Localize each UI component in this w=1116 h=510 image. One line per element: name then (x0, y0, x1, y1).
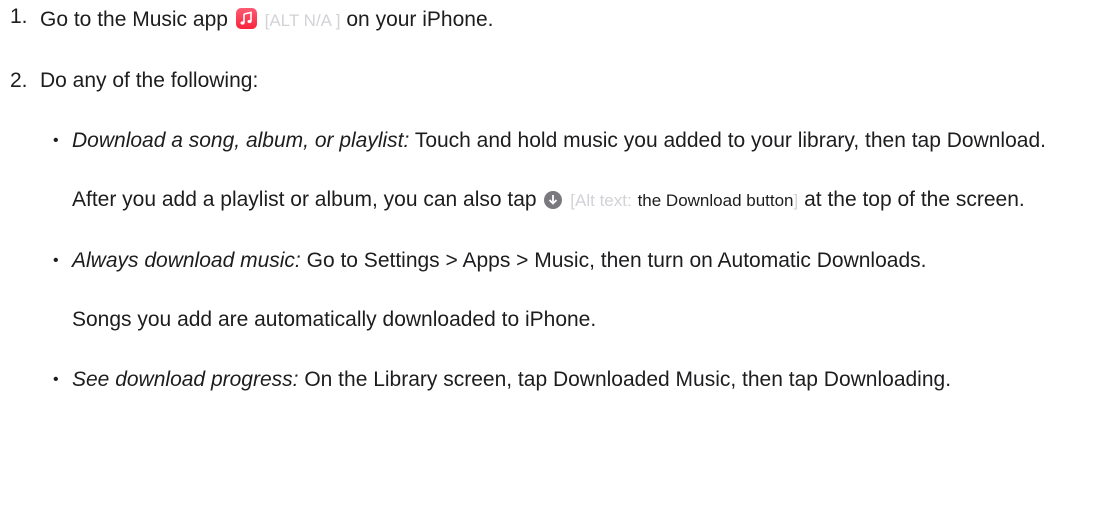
step-2: 2. Do any of the following: • Download a… (0, 64, 1116, 397)
note-text: After you add a playlist or album, you c… (72, 188, 537, 211)
step-number: 1. (10, 5, 28, 28)
instruction-steps: 1. Go to the Music app [ALT N/A ] on you… (0, 0, 1116, 397)
bullet-glyph: • (53, 132, 59, 149)
list-item: • Download a song, album, or playlist: T… (40, 124, 1116, 158)
list-item: • See download progress: On the Library … (40, 363, 1116, 397)
item-lead: Always download music: (72, 249, 301, 272)
note-text: Songs you add are automatically download… (72, 308, 597, 331)
step-number: 2. (10, 69, 28, 92)
option-list: • Download a song, album, or playlist: T… (40, 124, 1116, 397)
item-text: Go to Settings > Apps > Music, then turn… (306, 249, 927, 272)
alt-text-value: the Download button (637, 191, 794, 210)
step-text: Go to the Music app (40, 8, 228, 31)
bullet-glyph: • (53, 371, 59, 388)
music-app-icon (235, 8, 257, 29)
note-text-end: at the top of the screen. (804, 188, 1025, 211)
item-note: After you add a playlist or album, you c… (40, 183, 1116, 218)
step-1: 1. Go to the Music app [ALT N/A ] on you… (0, 0, 1116, 38)
bullet-glyph: • (53, 252, 59, 269)
alt-text-prefix: [Alt text: (570, 191, 632, 210)
item-lead: Download a song, album, or playlist: (72, 129, 410, 152)
item-text: On the Library screen, tap Downloaded Mu… (304, 368, 952, 391)
list-item: • Always download music: Go to Settings … (40, 244, 1116, 278)
item-text: Touch and hold music you added to your l… (414, 129, 1046, 152)
item-lead: See download progress: (72, 368, 299, 391)
download-icon (544, 191, 563, 209)
item-note: Songs you add are automatically download… (40, 303, 1116, 337)
alt-text-placeholder: [ALT N/A ] (264, 11, 341, 30)
alt-text-suffix: ] (793, 191, 799, 210)
step-text: Do any of the following: (40, 69, 259, 92)
step-text-end: on your iPhone. (346, 8, 494, 31)
